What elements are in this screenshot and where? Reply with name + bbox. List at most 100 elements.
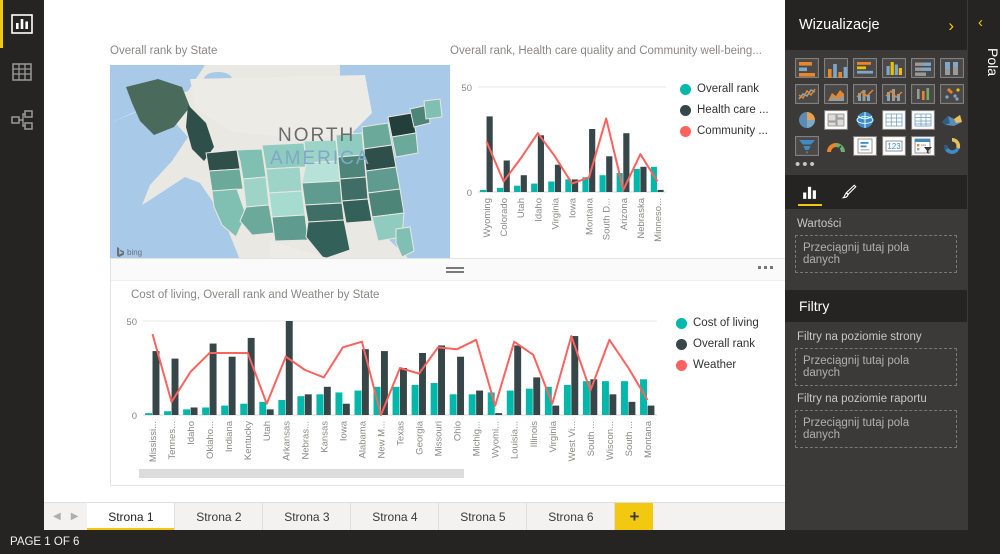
scatter-chart-icon[interactable] [938,83,965,105]
svg-text:Wyoming: Wyoming [482,198,493,238]
matrix-icon[interactable] [909,109,936,131]
visualization-type-grid[interactable]: 123 [785,50,967,160]
multi-row-card-icon[interactable]: 123 [880,135,907,157]
visualizations-panel-header: Wizualizacje › [785,0,967,50]
report-level-filters-label: Filtry na poziomie raportu [797,393,927,405]
svg-text:Montana: Montana [585,197,596,235]
combo-chart-bottom-visual[interactable]: Cost of living, Overall rank and Weather… [110,258,786,486]
svg-text:Wiscon...: Wiscon... [605,421,616,460]
legend-label: Overall rank [693,338,755,350]
chevron-right-icon[interactable]: › [948,17,954,34]
relationships-icon [11,110,33,130]
page-tab[interactable]: Strona 1 [87,503,176,530]
legend-item[interactable]: Weather [676,359,759,371]
legend-item[interactable]: Overall rank [676,338,759,350]
combo-chart-top-visual[interactable]: Overall rank, Health care quality and Co… [450,45,786,260]
filters-section-title: Filtry [785,290,967,322]
paintbrush-icon [841,184,857,199]
gauge-icon[interactable] [822,135,849,157]
area-chart-icon[interactable] [822,83,849,105]
clustered-bar-chart-icon[interactable] [851,57,878,79]
bing-label: bing [127,247,143,257]
svg-text:Tennes...: Tennes... [167,421,178,460]
legend-item[interactable]: Health care ... [680,104,769,116]
legend-item[interactable]: Community ... [680,125,769,137]
data-view-button[interactable] [0,48,44,96]
100-stacked-column-chart-icon[interactable] [938,57,965,79]
chart-horizontal-scrollbar[interactable] [139,469,754,478]
svg-text:Kansas: Kansas [319,421,330,453]
stacked-bar-chart-icon[interactable] [793,57,820,79]
more-options-icon[interactable] [758,266,773,269]
clustered-column-chart-icon[interactable] [880,57,907,79]
page-tab[interactable]: Strona 4 [351,503,440,530]
svg-text:Minneso...: Minneso... [653,198,664,242]
svg-text:Virginia: Virginia [550,197,561,229]
page-tab-bar: ◀ ▶ Strona 1 Strona 2 Strona 3 Strona 4 Stro… [44,502,785,530]
tab-format[interactable] [840,175,858,209]
line-chart-icon[interactable] [793,83,820,105]
chevron-left-icon[interactable]: ◀ [53,511,61,522]
legend-color-swatch [676,317,687,329]
page-level-filters-label: Filtry na poziomie strony [797,331,922,343]
filled-map-icon[interactable] [938,109,965,131]
stacked-column-chart-icon[interactable] [822,57,849,79]
svg-text:Iowa: Iowa [338,420,349,441]
map-icon[interactable] [851,109,878,131]
svg-text:Iowa: Iowa [568,197,579,218]
page-tab[interactable]: Strona 5 [439,503,528,530]
svg-text:New M...: New M... [376,421,387,458]
page-tab-list: Strona 1 Strona 2 Strona 3 Strona 4 Strona 5… [87,503,616,530]
add-page-button[interactable]: + [615,503,654,530]
model-view-button[interactable] [0,96,44,144]
chevron-right-icon[interactable]: ▶ [71,511,79,522]
treemap-icon[interactable] [822,109,849,131]
svg-text:Mississi...: Mississi... [148,421,159,462]
card-icon[interactable] [851,135,878,157]
report-view-button[interactable] [0,0,44,48]
svg-text:Georgia: Georgia [415,420,426,455]
report-level-filters-dropzone[interactable]: Przeciągnij tutaj pola danych [795,410,957,448]
line-stacked-column-chart-icon[interactable] [880,83,907,105]
svg-text:123: 123 [887,142,901,151]
ribbon-chart-icon[interactable] [909,83,936,105]
svg-text:Nebras...: Nebras... [300,421,311,460]
svg-text:50: 50 [126,317,137,328]
tab-nav-arrows[interactable]: ◀ ▶ [44,503,87,530]
page-tab[interactable]: Strona 6 [527,503,616,530]
100-stacked-bar-chart-icon[interactable] [909,57,936,79]
ellipsis-icon[interactable]: ••• [785,157,967,175]
slicer-icon[interactable] [909,135,936,157]
svg-text:Ohio: Ohio [453,421,464,441]
map-canvas[interactable]: NORTH AMERICA bing [110,65,455,260]
svg-text:South ...: South ... [624,421,635,456]
funnel-chart-icon[interactable] [793,135,820,157]
page-level-filters-dropzone[interactable]: Przeciągnij tutaj pola danych [795,348,957,386]
tab-fields[interactable] [798,175,822,209]
combo-top-title: Overall rank, Health care quality and Co… [450,45,762,57]
svg-text:50: 50 [461,83,472,94]
visual-drag-handle[interactable] [446,267,464,273]
fields-panel-collapsed[interactable]: ‹ Pola [967,0,1000,530]
table-icon[interactable] [880,109,907,131]
values-dropzone[interactable]: Przeciągnij tutaj pola danych [795,235,957,273]
combo-bottom-legend[interactable]: Cost of living Overall rank Weather [676,317,759,380]
power-bi-window: Overall rank by State NORTH AMERICA bing… [0,0,1000,554]
combo-top-legend[interactable]: Overall rank Health care ... Community ... [680,83,769,146]
legend-label: Cost of living [693,317,759,329]
legend-item[interactable]: Cost of living [676,317,759,329]
pie-chart-icon[interactable] [793,109,820,131]
stacked-area-chart-icon[interactable] [851,83,878,105]
page-tab[interactable]: Strona 3 [263,503,352,530]
svg-text:Indiana: Indiana [224,420,235,452]
chevron-left-icon[interactable]: ‹ [978,14,983,31]
report-canvas[interactable]: Overall rank by State NORTH AMERICA bing… [44,0,786,530]
scrollbar-thumb[interactable] [139,469,464,478]
legend-item[interactable]: Overall rank [680,83,769,95]
donut-chart-icon[interactable] [938,135,965,157]
bar-chart-icon [11,14,33,34]
legend-color-swatch [676,338,687,350]
map-visual[interactable]: Overall rank by State NORTH AMERICA bing [110,45,455,260]
page-tab[interactable]: Strona 2 [175,503,264,530]
fields-wells: Wartości Przeciągnij tutaj pola danych [785,209,967,290]
